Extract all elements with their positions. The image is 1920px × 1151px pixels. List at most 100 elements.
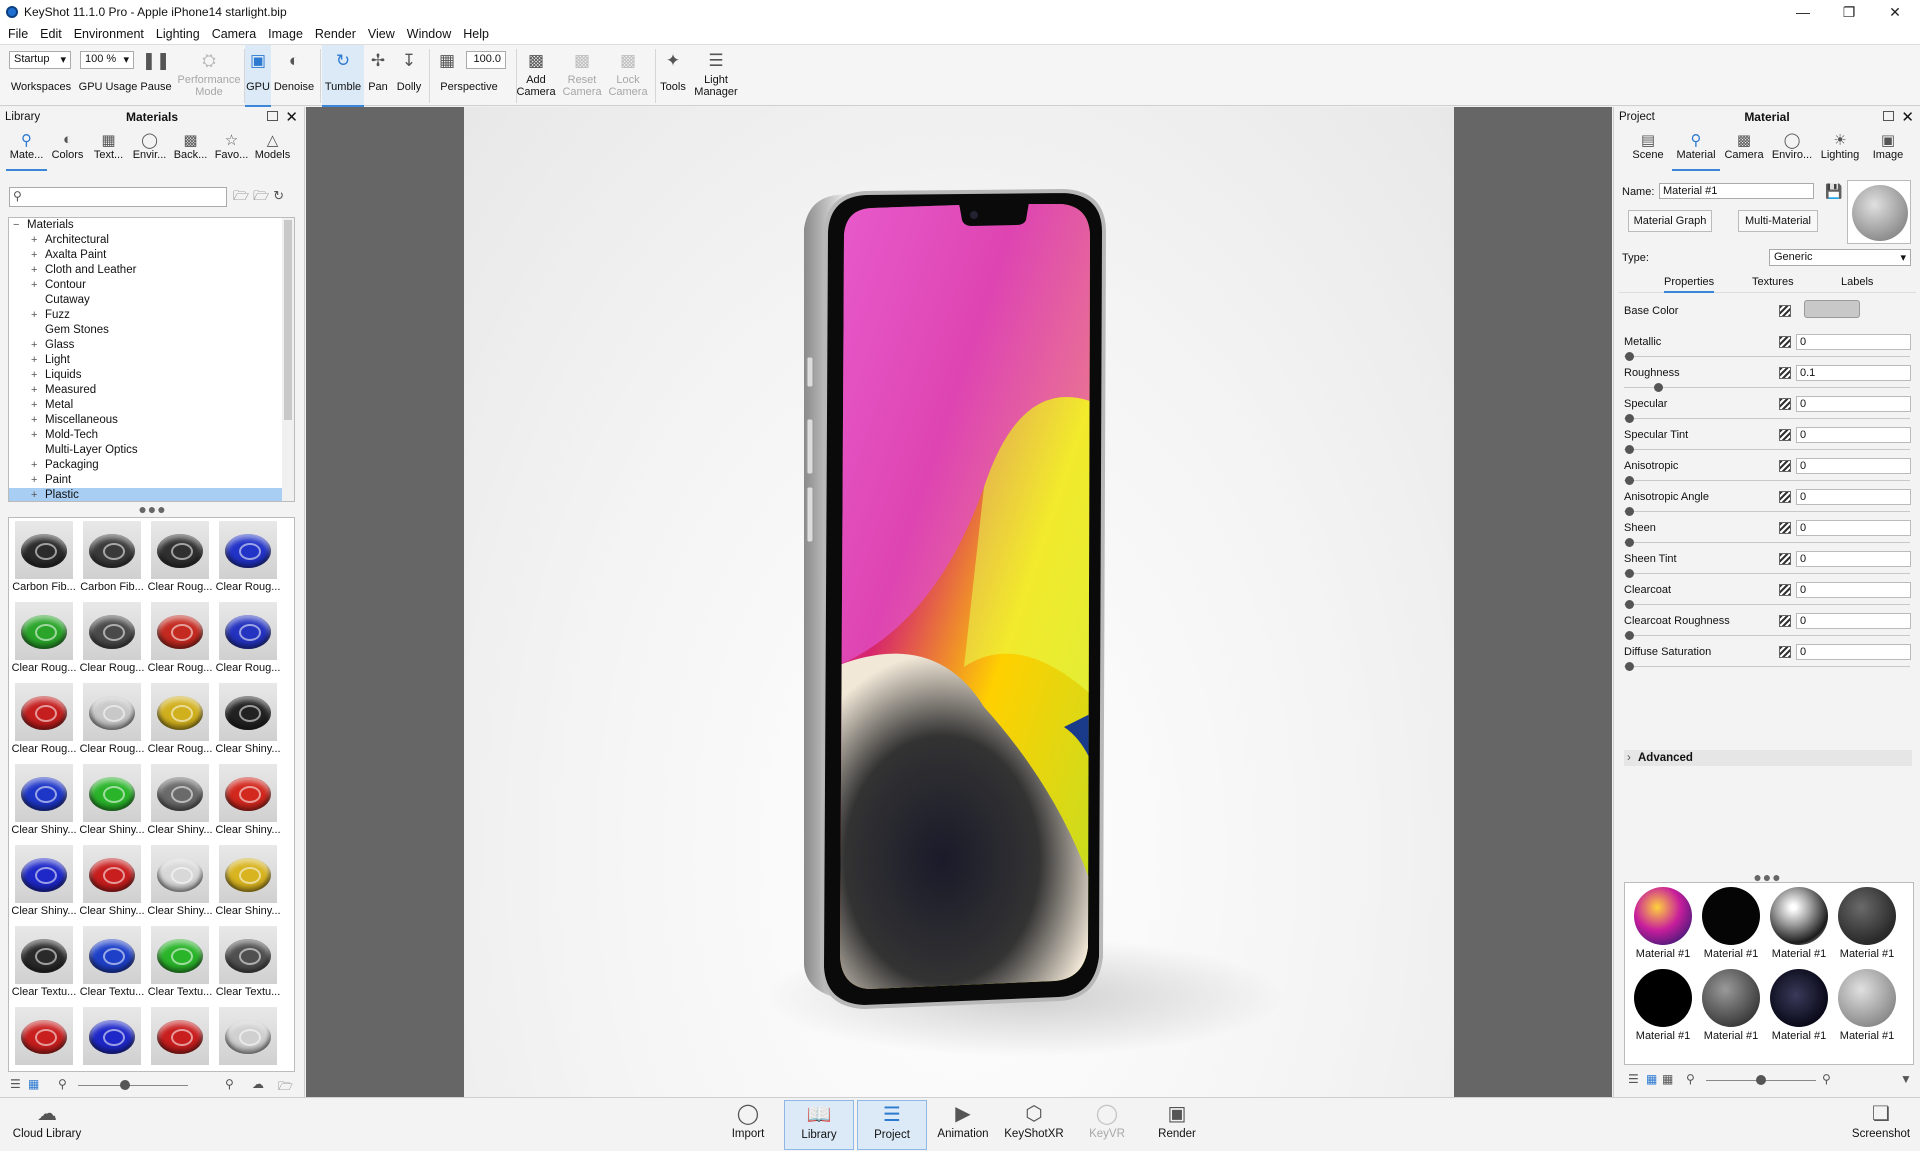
tree-root[interactable]: − Materials — [9, 218, 294, 233]
material-thumbnail[interactable]: Clear Roug... — [146, 602, 214, 681]
import-button[interactable]: ◯ Import — [720, 1100, 776, 1150]
zoom-out-icon[interactable]: ⚲ — [58, 1077, 67, 1091]
add-folder-icon[interactable]: 🗁 — [233, 188, 253, 203]
filter-icon[interactable]: ▼ — [1900, 1072, 1912, 1086]
animation-button[interactable]: ▶ Animation — [934, 1100, 992, 1150]
tab-lighting[interactable]: ☀ Lighting — [1816, 127, 1864, 171]
multi-material-button[interactable]: Multi-Material — [1738, 210, 1818, 232]
texture-map-icon[interactable] — [1779, 553, 1791, 565]
tab-scene[interactable]: ▤ Scene — [1624, 127, 1672, 171]
render-viewport[interactable] — [306, 107, 1612, 1097]
property-slider-knob[interactable] — [1625, 476, 1634, 485]
property-slider[interactable] — [1624, 604, 1910, 605]
menu-view[interactable]: View — [362, 27, 401, 41]
grid-view-icon[interactable]: ▦ — [28, 1077, 39, 1091]
list-view-icon[interactable]: ☰ — [1628, 1072, 1639, 1086]
scene-material[interactable]: Material #1 — [1765, 887, 1833, 965]
property-value-input[interactable]: 0 — [1796, 644, 1911, 660]
material-thumbnail[interactable]: Clear Roug... — [214, 602, 282, 681]
base-color-swatch[interactable] — [1804, 300, 1860, 318]
menu-edit[interactable]: Edit — [34, 27, 68, 41]
menu-environment[interactable]: Environment — [68, 27, 150, 41]
expand-icon[interactable]: + — [31, 353, 37, 368]
tab-colors[interactable]: ◐ Colors — [47, 127, 88, 171]
tree-item[interactable]: + Packaging — [9, 458, 294, 473]
tab-labels[interactable]: Labels — [1841, 276, 1873, 288]
material-thumbnail[interactable]: Clear Roug... — [146, 521, 214, 600]
expand-icon[interactable]: + — [31, 368, 37, 383]
tree-item[interactable]: + Contour — [9, 278, 294, 293]
property-value-input[interactable]: 0 — [1796, 396, 1911, 412]
property-slider[interactable] — [1624, 480, 1910, 481]
scene-material[interactable]: Material #1 — [1629, 887, 1697, 965]
project-button[interactable]: ☰ Project — [857, 1100, 927, 1150]
tree-item[interactable]: + Axalta Paint — [9, 248, 294, 263]
material-thumbnail[interactable]: Clear Shiny... — [10, 764, 78, 843]
import-icon[interactable]: 🗁 — [278, 1077, 293, 1098]
gpu-usage-select[interactable]: 100 % ▾ — [80, 51, 134, 69]
tab-material[interactable]: ⚲ Material — [1672, 127, 1720, 171]
texture-map-icon[interactable] — [1779, 491, 1791, 503]
tree-item[interactable]: Gem Stones — [9, 323, 294, 338]
material-name-input[interactable]: Material #1 — [1659, 183, 1814, 199]
texture-map-icon[interactable] — [1779, 429, 1791, 441]
property-slider-knob[interactable] — [1625, 600, 1634, 609]
scene-material[interactable]: Material #1 — [1697, 887, 1765, 965]
keyvr-button[interactable]: ◯ KeyVR — [1082, 1100, 1132, 1150]
material-thumbnail[interactable]: Clear Shiny... — [10, 845, 78, 924]
property-slider-knob[interactable] — [1625, 538, 1634, 547]
tab-environments[interactable]: ◯ Envir... — [129, 127, 170, 171]
tumble-button[interactable]: ↻ Tumble — [322, 45, 364, 107]
texture-map-icon[interactable] — [1779, 460, 1791, 472]
collapse-icon[interactable]: − — [13, 218, 19, 233]
property-value-input[interactable]: 0 — [1796, 520, 1911, 536]
tab-models[interactable]: △ Models — [252, 127, 293, 171]
property-slider-knob[interactable] — [1625, 507, 1634, 516]
dolly-button[interactable]: ↧ Dolly — [392, 45, 426, 107]
zoom-in-icon[interactable]: ⚲ — [1822, 1072, 1831, 1086]
pause-button[interactable]: ❚❚ Pause — [138, 45, 174, 107]
tab-textures[interactable]: ▦ Text... — [88, 127, 129, 171]
tab-environment[interactable]: ◯ Enviro... — [1768, 127, 1816, 171]
zoom-out-icon[interactable]: ⚲ — [1686, 1072, 1695, 1086]
scene-material[interactable]: Material #1 — [1629, 969, 1697, 1047]
material-thumbnail[interactable]: Clear Shiny... — [146, 845, 214, 924]
expand-icon[interactable]: + — [31, 308, 37, 323]
advanced-section[interactable]: › Advanced — [1624, 750, 1912, 766]
perspective-icon-button[interactable]: ▦ — [432, 45, 462, 107]
texture-map-icon[interactable] — [1779, 615, 1791, 627]
material-thumbnail[interactable]: Clear Shiny... — [146, 764, 214, 843]
scene-material[interactable]: Material #1 — [1697, 969, 1765, 1047]
menu-render[interactable]: Render — [309, 27, 362, 41]
minimize-button[interactable]: — — [1780, 0, 1826, 24]
menu-help[interactable]: Help — [457, 27, 495, 41]
texture-map-icon[interactable] — [1779, 367, 1791, 379]
workspace-select[interactable]: Startup ▾ — [9, 51, 71, 69]
cloud-upload-icon[interactable]: ☁ — [252, 1077, 264, 1091]
expand-icon[interactable]: + — [31, 473, 37, 488]
tree-item[interactable]: + Cloth and Leather — [9, 263, 294, 278]
property-slider-knob[interactable] — [1654, 383, 1663, 392]
denoise-button[interactable]: ◐ Denoise — [272, 45, 316, 107]
splitter-handle[interactable]: ●●● — [0, 502, 305, 516]
undock-icon[interactable] — [267, 111, 278, 121]
material-thumbnail[interactable] — [146, 1007, 214, 1071]
library-button[interactable]: 📖 Library — [784, 1100, 854, 1150]
property-value-input[interactable]: 0 — [1796, 551, 1911, 567]
expand-icon[interactable]: + — [31, 263, 37, 278]
menu-image[interactable]: Image — [262, 27, 309, 41]
tree-item[interactable]: + Light — [9, 353, 294, 368]
property-slider[interactable] — [1624, 356, 1910, 357]
library-search-input[interactable]: ⚲ — [9, 187, 227, 207]
cloud-library-button[interactable]: ☁ Cloud Library — [12, 1100, 82, 1150]
texture-map-icon[interactable] — [1779, 305, 1791, 317]
expand-icon[interactable]: + — [31, 413, 37, 428]
expand-icon[interactable]: + — [31, 233, 37, 248]
tree-item[interactable]: + Plastic — [9, 488, 294, 501]
texture-map-icon[interactable] — [1779, 522, 1791, 534]
tree-item[interactable]: + Metal — [9, 398, 294, 413]
screenshot-button[interactable]: ❏ Screenshot — [1848, 1100, 1914, 1150]
expand-icon[interactable]: + — [31, 278, 37, 293]
render-canvas[interactable] — [464, 107, 1454, 1097]
property-slider-knob[interactable] — [1625, 631, 1634, 640]
